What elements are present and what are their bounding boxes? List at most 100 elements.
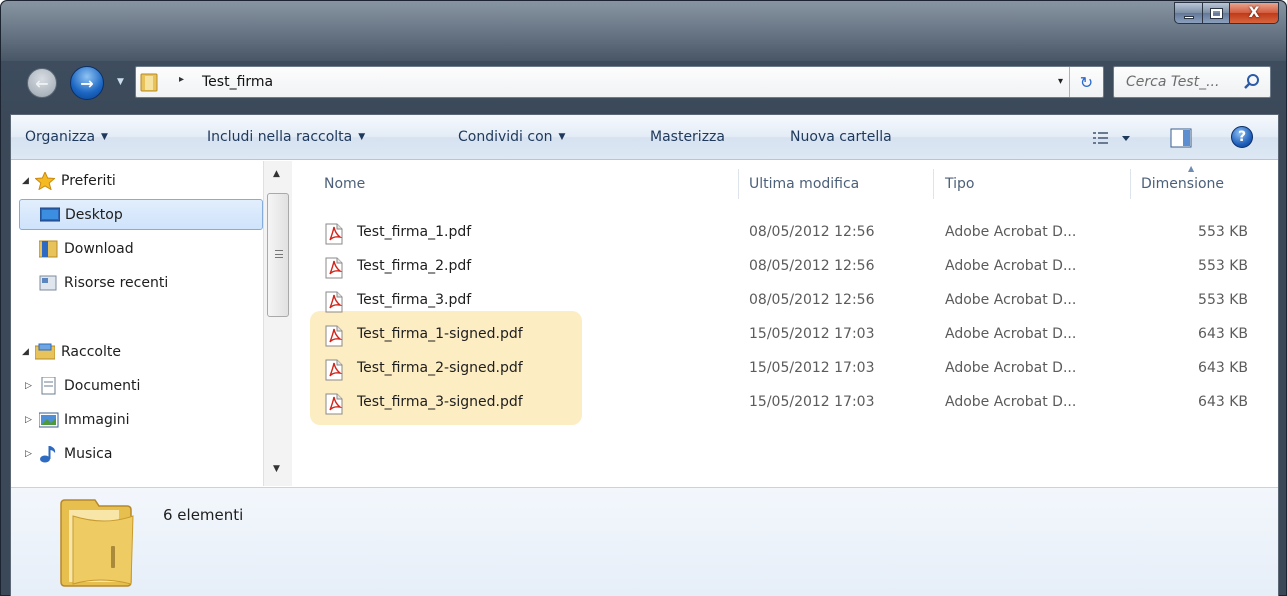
help-button[interactable]: ? — [1231, 126, 1253, 148]
folder-icon — [60, 499, 134, 587]
nav-item-recent[interactable]: Risorse recenti — [11, 268, 263, 299]
file-row[interactable]: Test_firma_1-signed.pdf 15/05/2012 17:03… — [293, 318, 1278, 352]
scroll-down-icon[interactable]: ▼ — [273, 464, 280, 474]
close-icon: X — [1248, 5, 1260, 21]
search-input[interactable]: Cerca Test_... — [1126, 74, 1219, 90]
column-divider[interactable] — [933, 169, 934, 199]
column-header-size[interactable]: Dimensione — [1141, 176, 1224, 192]
nav-label-pictures: Immagini — [64, 412, 130, 428]
back-button[interactable]: ← — [27, 68, 57, 98]
nav-item-favorites[interactable]: ◢ Preferiti — [11, 166, 263, 197]
refresh-button[interactable]: ↻ — [1069, 67, 1103, 97]
file-size: 553 KB — [1198, 224, 1248, 240]
scroll-up-icon[interactable]: ▲ — [273, 169, 280, 179]
expand-icon[interactable]: ▷ — [25, 449, 32, 459]
include-label: Includi nella raccolta — [207, 129, 353, 145]
nav-item-libraries[interactable]: ◢ Raccolte — [11, 337, 263, 368]
breadcrumb-current-folder[interactable]: Test_firma — [202, 74, 273, 90]
file-modified: 15/05/2012 17:03 — [749, 326, 875, 342]
title-bar[interactable] — [1, 1, 1286, 61]
maximize-icon — [1209, 7, 1223, 19]
burn-button[interactable]: Masterizza — [650, 129, 725, 145]
column-header-name[interactable]: Nome — [324, 176, 365, 192]
address-history-dropdown[interactable]: ▾ — [1058, 76, 1063, 87]
collapse-icon[interactable]: ◢ — [22, 347, 29, 357]
file-size: 643 KB — [1198, 394, 1248, 410]
minimize-icon — [1183, 15, 1194, 19]
pdf-file-icon — [325, 291, 343, 313]
nav-item-music[interactable]: ▷ Musica — [11, 439, 263, 470]
search-box[interactable]: Cerca Test_... — [1113, 66, 1271, 98]
file-modified: 08/05/2012 12:56 — [749, 224, 875, 240]
refresh-icon: ↻ — [1079, 72, 1094, 92]
preview-pane-icon[interactable] — [1170, 128, 1192, 148]
file-type: Adobe Acrobat D... — [945, 360, 1077, 376]
column-header-type[interactable]: Tipo — [945, 176, 974, 192]
file-row[interactable]: Test_firma_2.pdf 08/05/2012 12:56 Adobe … — [293, 250, 1278, 284]
pdf-file-icon — [325, 393, 343, 415]
explorer-window: X ← → ▼ ▸ Test_firma ▾ ↻ Cerca Test_... … — [0, 0, 1287, 596]
file-modified: 15/05/2012 17:03 — [749, 360, 875, 376]
nav-label-documents: Documenti — [64, 378, 141, 394]
file-row[interactable]: Test_firma_2-signed.pdf 15/05/2012 17:03… — [293, 352, 1278, 386]
change-view-icon[interactable] — [1093, 128, 1135, 148]
address-bar[interactable]: ▸ Test_firma ▾ ↻ — [135, 66, 1104, 98]
grip-icon — [275, 250, 283, 258]
content-area: Organizza ▼ Includi nella raccolta ▼ Condi… — [10, 114, 1279, 596]
music-icon — [40, 446, 56, 463]
collapse-icon[interactable]: ◢ — [22, 176, 29, 186]
file-name: Test_firma_2-signed.pdf — [357, 360, 523, 376]
column-header-modified[interactable]: Ultima modifica — [749, 176, 859, 192]
search-icon[interactable] — [1243, 73, 1261, 91]
star-icon — [35, 172, 55, 190]
download-folder-icon — [39, 240, 58, 258]
organize-menu[interactable]: Organizza ▼ — [25, 129, 108, 145]
file-row[interactable]: Test_firma_3.pdf 08/05/2012 12:56 Adobe … — [293, 284, 1278, 318]
nav-item-desktop[interactable]: Desktop — [19, 199, 263, 230]
file-size: 553 KB — [1198, 292, 1248, 308]
nav-item-pictures[interactable]: ▷ Immagini — [11, 405, 263, 436]
nav-item-download[interactable]: Download — [11, 234, 263, 265]
organize-label: Organizza — [25, 129, 96, 145]
file-type: Adobe Acrobat D... — [945, 224, 1077, 240]
back-arrow-icon: ← — [35, 73, 49, 93]
file-modified: 15/05/2012 17:03 — [749, 394, 875, 410]
scrollbar-thumb[interactable] — [267, 193, 289, 317]
desktop-icon — [40, 207, 60, 222]
documents-icon — [41, 377, 56, 395]
folder-icon — [140, 73, 158, 92]
nav-item-documents[interactable]: ▷ Documenti — [11, 371, 263, 402]
nav-label-favorites: Preferiti — [61, 173, 116, 189]
sort-ascending-icon: ▲ — [1188, 164, 1195, 173]
close-button[interactable]: X — [1230, 2, 1279, 24]
file-size: 553 KB — [1198, 258, 1248, 274]
nav-label-download: Download — [64, 241, 134, 257]
minimize-button[interactable] — [1174, 2, 1203, 24]
file-name: Test_firma_2.pdf — [357, 258, 472, 274]
column-divider[interactable] — [738, 169, 739, 199]
pdf-file-icon — [325, 325, 343, 347]
navigation-scrollbar[interactable]: ▲ ▼ — [263, 161, 292, 486]
new-folder-button[interactable]: Nuova cartella — [790, 129, 892, 145]
pdf-file-icon — [325, 223, 343, 245]
file-modified: 08/05/2012 12:56 — [749, 258, 875, 274]
file-type: Adobe Acrobat D... — [945, 258, 1077, 274]
forward-button[interactable]: → — [70, 66, 104, 100]
file-type: Adobe Acrobat D... — [945, 326, 1077, 342]
share-label: Condividi con — [458, 129, 553, 145]
file-name: Test_firma_1-signed.pdf — [357, 326, 523, 342]
file-row[interactable]: Test_firma_3-signed.pdf 15/05/2012 17:03… — [293, 386, 1278, 420]
file-type: Adobe Acrobat D... — [945, 292, 1077, 308]
file-row[interactable]: Test_firma_1.pdf 08/05/2012 12:56 Adobe … — [293, 216, 1278, 250]
libraries-icon — [35, 343, 55, 360]
column-divider[interactable] — [1130, 169, 1131, 199]
include-in-library-menu[interactable]: Includi nella raccolta ▼ — [207, 129, 365, 145]
share-with-menu[interactable]: Condividi con ▼ — [458, 129, 565, 145]
expand-icon[interactable]: ▷ — [25, 381, 32, 391]
file-modified: 08/05/2012 12:56 — [749, 292, 875, 308]
expand-icon[interactable]: ▷ — [25, 415, 32, 425]
recent-pages-dropdown[interactable]: ▼ — [117, 77, 124, 87]
chevron-down-icon: ▼ — [101, 132, 108, 142]
breadcrumb-separator-icon[interactable]: ▸ — [179, 74, 184, 85]
maximize-button[interactable] — [1203, 2, 1230, 24]
